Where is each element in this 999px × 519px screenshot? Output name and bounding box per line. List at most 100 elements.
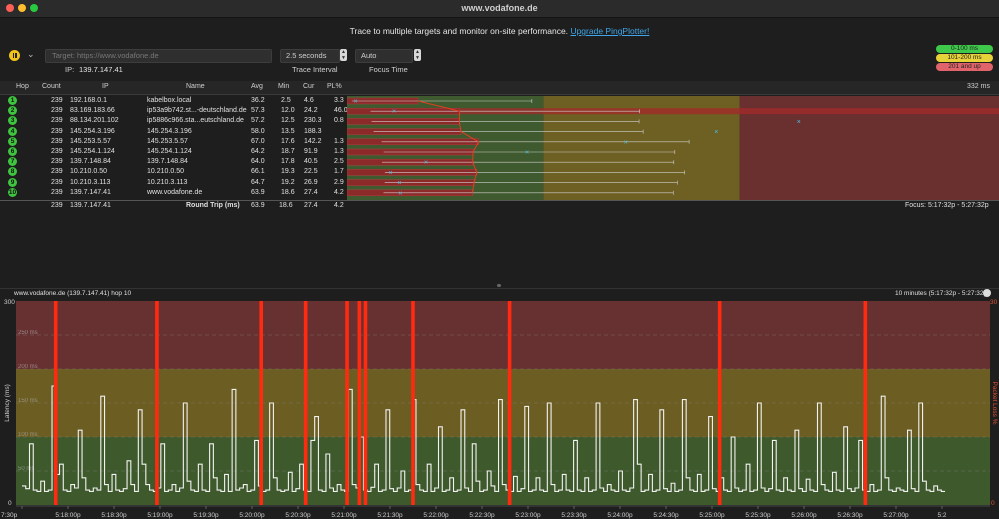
hop-count: 239 bbox=[51, 97, 63, 104]
col-cur[interactable]: Cur bbox=[303, 83, 314, 90]
hop-cur: 188.3 bbox=[304, 127, 322, 135]
summary-label: Round Trip (ms) bbox=[186, 202, 240, 209]
trace-interval-value: 2.5 seconds bbox=[286, 51, 327, 60]
hop-number-badge: 3 bbox=[8, 116, 17, 126]
hop-min: 19.2 bbox=[281, 178, 295, 186]
current-latency-marker: × bbox=[424, 160, 428, 167]
current-latency-marker: × bbox=[525, 150, 529, 157]
focus-time-stepper[interactable]: ▲ ▼ bbox=[414, 49, 421, 61]
hop-pl: 1.3 bbox=[334, 137, 344, 145]
col-count[interactable]: Count bbox=[42, 83, 61, 90]
x-tick-label: 5:19:00p bbox=[147, 512, 173, 519]
hop-pl: 0.8 bbox=[334, 117, 344, 125]
latency-timeline-chart: 250 ms 200 ms 150 ms 100 ms 50 ms Latency (ms… bbox=[1, 299, 998, 519]
grid-label: 200 ms bbox=[18, 364, 38, 370]
hop-row[interactable]: 3 239 88.134.201.102 ip5886c966.sta...eutsc… bbox=[0, 116, 347, 126]
hop-name: 145.254.3.196 bbox=[147, 127, 192, 135]
summary-cur: 27.4 bbox=[304, 202, 318, 209]
trace-interval-label: Trace Interval bbox=[292, 65, 338, 74]
current-latency-marker: × bbox=[714, 129, 718, 136]
splitter-handle[interactable] bbox=[497, 284, 501, 287]
packet-loss-marker bbox=[507, 301, 512, 505]
window-title: www.vodafone.de bbox=[461, 3, 538, 13]
trace-interval-select[interactable]: 2.5 seconds bbox=[280, 49, 340, 63]
hop-ip: 145.254.3.196 bbox=[70, 127, 115, 135]
hop-row[interactable]: 6 239 145.254.1.124 145.254.1.124 64.2 18.7 91… bbox=[0, 147, 347, 156]
x-tick-label: 5:22:00p bbox=[423, 512, 449, 519]
hop-min: 17.6 bbox=[281, 137, 295, 145]
hop-count: 239 bbox=[51, 117, 63, 125]
hop-count: 239 bbox=[51, 127, 63, 135]
hop-avg: 64.7 bbox=[251, 178, 265, 186]
hop-row[interactable]: 4 239 145.254.3.196 145.254.3.196 58.0 13.5 18… bbox=[0, 126, 347, 136]
x-tick-label: 5:2 bbox=[937, 512, 946, 519]
hop-cur: 91.9 bbox=[304, 148, 318, 155]
hop-name: 10.210.3.113 bbox=[147, 178, 188, 186]
hop-ip: 83.169.183.66 bbox=[70, 107, 115, 115]
packet-loss-marker bbox=[411, 301, 415, 505]
hop-min: 18.6 bbox=[281, 188, 295, 196]
hop-number-badge: 2 bbox=[8, 106, 17, 116]
hop-row[interactable]: 2 239 83.169.183.66 ip53a9b742.st...-deutsc… bbox=[0, 106, 348, 116]
current-latency-marker: × bbox=[624, 139, 628, 146]
y2-axis-label: Packet Loss % bbox=[991, 382, 998, 425]
hop-name: 145.253.5.57 bbox=[147, 137, 188, 145]
hop-min: 13.5 bbox=[281, 127, 295, 135]
col-pl[interactable]: PL% bbox=[327, 83, 342, 90]
hop-number-badge: 8 bbox=[8, 167, 17, 177]
col-avg[interactable]: Avg bbox=[251, 83, 263, 90]
hop-pl: 46.0 bbox=[334, 107, 348, 115]
hop-row[interactable]: 10 239 139.7.147.41 www.vodafone.de 63.9 18.6… bbox=[0, 187, 347, 197]
current-latency-marker: × bbox=[392, 109, 396, 116]
hop-pl: 3.3 bbox=[334, 97, 344, 104]
hop-ip: 139.7.147.41 bbox=[70, 188, 111, 196]
hop-pl: 1.7 bbox=[334, 168, 344, 176]
target-input[interactable]: Target: https://www.vodafone.de bbox=[45, 49, 272, 63]
col-ip[interactable]: IP bbox=[102, 83, 109, 90]
summary-count: 239 bbox=[51, 202, 63, 209]
hop-row[interactable]: 8 239 10.210.0.50 10.210.0.50 66.1 19.3 22.5 1.… bbox=[0, 167, 347, 177]
hop-number-badge: 10 bbox=[8, 187, 17, 197]
summary-ip: 139.7.147.41 bbox=[70, 202, 111, 209]
hop-count: 239 bbox=[51, 188, 63, 196]
pause-icon[interactable] bbox=[9, 50, 20, 61]
hop-row[interactable]: 5 239 145.253.5.57 145.253.5.57 67.0 17.6 142.… bbox=[0, 136, 347, 146]
upgrade-banner: Trace to multiple targets and monitor on… bbox=[0, 26, 999, 39]
hop-avg: 58.0 bbox=[251, 127, 265, 135]
banner-text: Trace to multiple targets and monitor on… bbox=[349, 26, 569, 36]
col-min[interactable]: Min bbox=[278, 83, 289, 90]
current-latency-marker: × bbox=[389, 170, 393, 177]
hop-avg: 57.3 bbox=[251, 107, 265, 115]
x-tick-label: 5:20:30p bbox=[285, 512, 311, 519]
hop-count: 239 bbox=[51, 168, 63, 176]
summary-avg: 63.9 bbox=[251, 202, 265, 209]
y-axis-label: Latency (ms) bbox=[4, 384, 11, 422]
hop-pl: 4.2 bbox=[334, 188, 344, 196]
hop-avg: 57.2 bbox=[251, 117, 265, 125]
x-tick-label: 5:19:30p bbox=[193, 512, 219, 519]
packet-loss-marker bbox=[53, 301, 58, 505]
y-tick-max: 300 bbox=[4, 299, 15, 306]
x-tick-label: 5:25:30p bbox=[745, 512, 771, 519]
trace-interval-stepper[interactable]: ▲ ▼ bbox=[340, 49, 347, 61]
current-latency-marker: × bbox=[398, 190, 402, 197]
hop-avg: 64.0 bbox=[251, 158, 265, 166]
col-name[interactable]: Name bbox=[186, 83, 205, 90]
x-tick-label: 7:30p bbox=[1, 512, 18, 519]
hop-min: 18.7 bbox=[281, 148, 295, 155]
packet-loss-marker bbox=[717, 301, 722, 505]
legend-low: 0-100 ms bbox=[936, 45, 993, 53]
hop-number-badge: 6 bbox=[8, 147, 17, 156]
hop-name: www.vodafone.de bbox=[147, 188, 203, 196]
hop-row[interactable]: 1 239 192.168.0.1 kabelbox.local 36.2 2.5 4.6 3… bbox=[0, 96, 347, 105]
hop-row[interactable]: 7 239 139.7.148.84 139.7.148.84 64.0 17.8 40.5… bbox=[0, 157, 347, 167]
col-hop[interactable]: Hop bbox=[16, 83, 29, 90]
hop-min: 12.5 bbox=[281, 117, 295, 125]
x-tick-label: 5:23:30p bbox=[561, 512, 587, 519]
chevron-down-icon[interactable]: ⌄ bbox=[27, 49, 35, 60]
focus-time-select[interactable]: Auto bbox=[355, 49, 413, 63]
hop-row[interactable]: 9 239 10.210.3.113 10.210.3.113 64.7 19.2 26.9… bbox=[0, 177, 347, 187]
x-tick-label: 5:21:00p bbox=[331, 512, 357, 519]
x-tick-label: 5:24:30p bbox=[653, 512, 679, 519]
upgrade-link[interactable]: Upgrade PingPlotter! bbox=[570, 26, 649, 36]
